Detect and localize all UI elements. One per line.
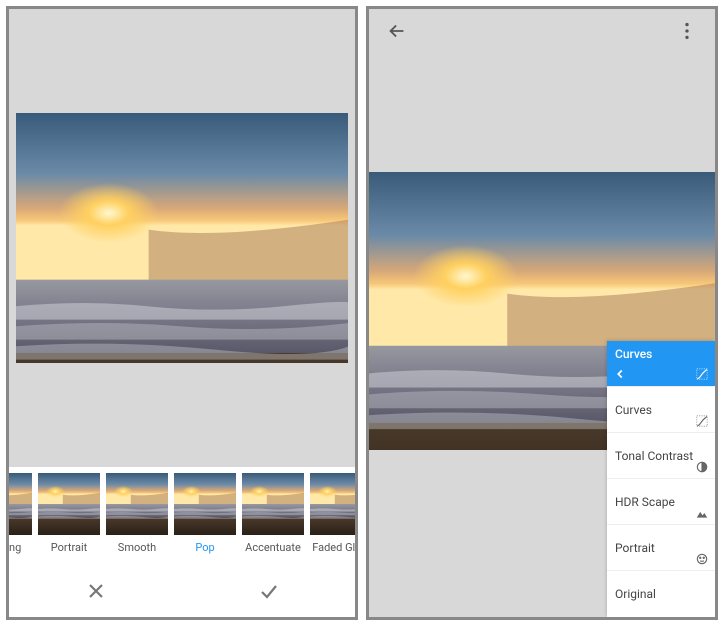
filter-thumb	[9, 473, 32, 535]
close-icon	[84, 579, 108, 607]
filter-item-pop[interactable]: Pop	[173, 473, 237, 569]
right-screen: Curves Curves Tonal Contrast HDR Scape Portr…	[366, 6, 718, 620]
filter-item-accentuate[interactable]: Accentuate	[241, 473, 305, 569]
filter-strip[interactable]: Morning Portrait Smooth Pop Accentuate Faded …	[9, 467, 355, 569]
editor-canvas: Curves Curves Tonal Contrast HDR Scape Portr…	[369, 57, 715, 617]
apply-button[interactable]	[182, 569, 355, 617]
curve-icon	[695, 414, 709, 428]
stack-item-original[interactable]: Original	[607, 571, 715, 617]
filter-label: Faded Glow	[312, 541, 355, 554]
stack-item-curves[interactable]: Curves	[607, 341, 715, 387]
edit-stack: Curves Curves Tonal Contrast HDR Scape Portr…	[607, 341, 715, 617]
left-screen: Morning Portrait Smooth Pop Accentuate Faded …	[6, 6, 358, 620]
filter-thumb	[310, 473, 355, 535]
stack-item-label: HDR Scape	[615, 495, 707, 509]
stack-item-curves[interactable]: Curves	[607, 387, 715, 433]
stack-item-label: Portrait	[615, 541, 707, 555]
curve-icon	[695, 367, 709, 384]
stack-item-label: Curves	[615, 347, 652, 361]
filter-label: Smooth	[118, 541, 156, 554]
filter-label: Portrait	[51, 541, 88, 554]
stack-item-tonal-contrast[interactable]: Tonal Contrast	[607, 433, 715, 479]
filter-label: Pop	[195, 541, 214, 554]
back-button[interactable]	[379, 15, 415, 51]
filter-item-portrait[interactable]: Portrait	[37, 473, 101, 569]
contrast-icon	[695, 460, 709, 474]
cancel-button[interactable]	[9, 569, 182, 617]
check-icon	[257, 579, 281, 607]
more-vert-icon	[676, 20, 698, 46]
stack-item-hdr-scape[interactable]: HDR Scape	[607, 479, 715, 525]
filter-item-morning[interactable]: Morning	[9, 473, 33, 569]
filter-thumb	[174, 473, 236, 535]
arrow-left-icon	[386, 20, 408, 46]
filter-thumb	[38, 473, 100, 535]
filter-thumb	[242, 473, 304, 535]
face-icon	[695, 552, 709, 566]
top-bar	[369, 9, 715, 57]
preview-image[interactable]	[16, 113, 348, 363]
filter-item-smooth[interactable]: Smooth	[105, 473, 169, 569]
filter-thumb	[106, 473, 168, 535]
filter-label: Accentuate	[245, 541, 301, 554]
filter-label: Morning	[9, 541, 21, 554]
stack-item-label: Original	[615, 587, 707, 601]
editor-canvas	[9, 9, 355, 467]
action-bar	[9, 569, 355, 617]
overflow-button[interactable]	[669, 15, 705, 51]
filter-item-faded-glow[interactable]: Faded Glow	[309, 473, 355, 569]
stack-item-label: Curves	[615, 403, 707, 417]
stack-item-portrait[interactable]: Portrait	[607, 525, 715, 571]
mountain-icon	[695, 506, 709, 520]
chevron-left-icon	[613, 367, 627, 384]
stack-item-label: Tonal Contrast	[615, 449, 707, 463]
